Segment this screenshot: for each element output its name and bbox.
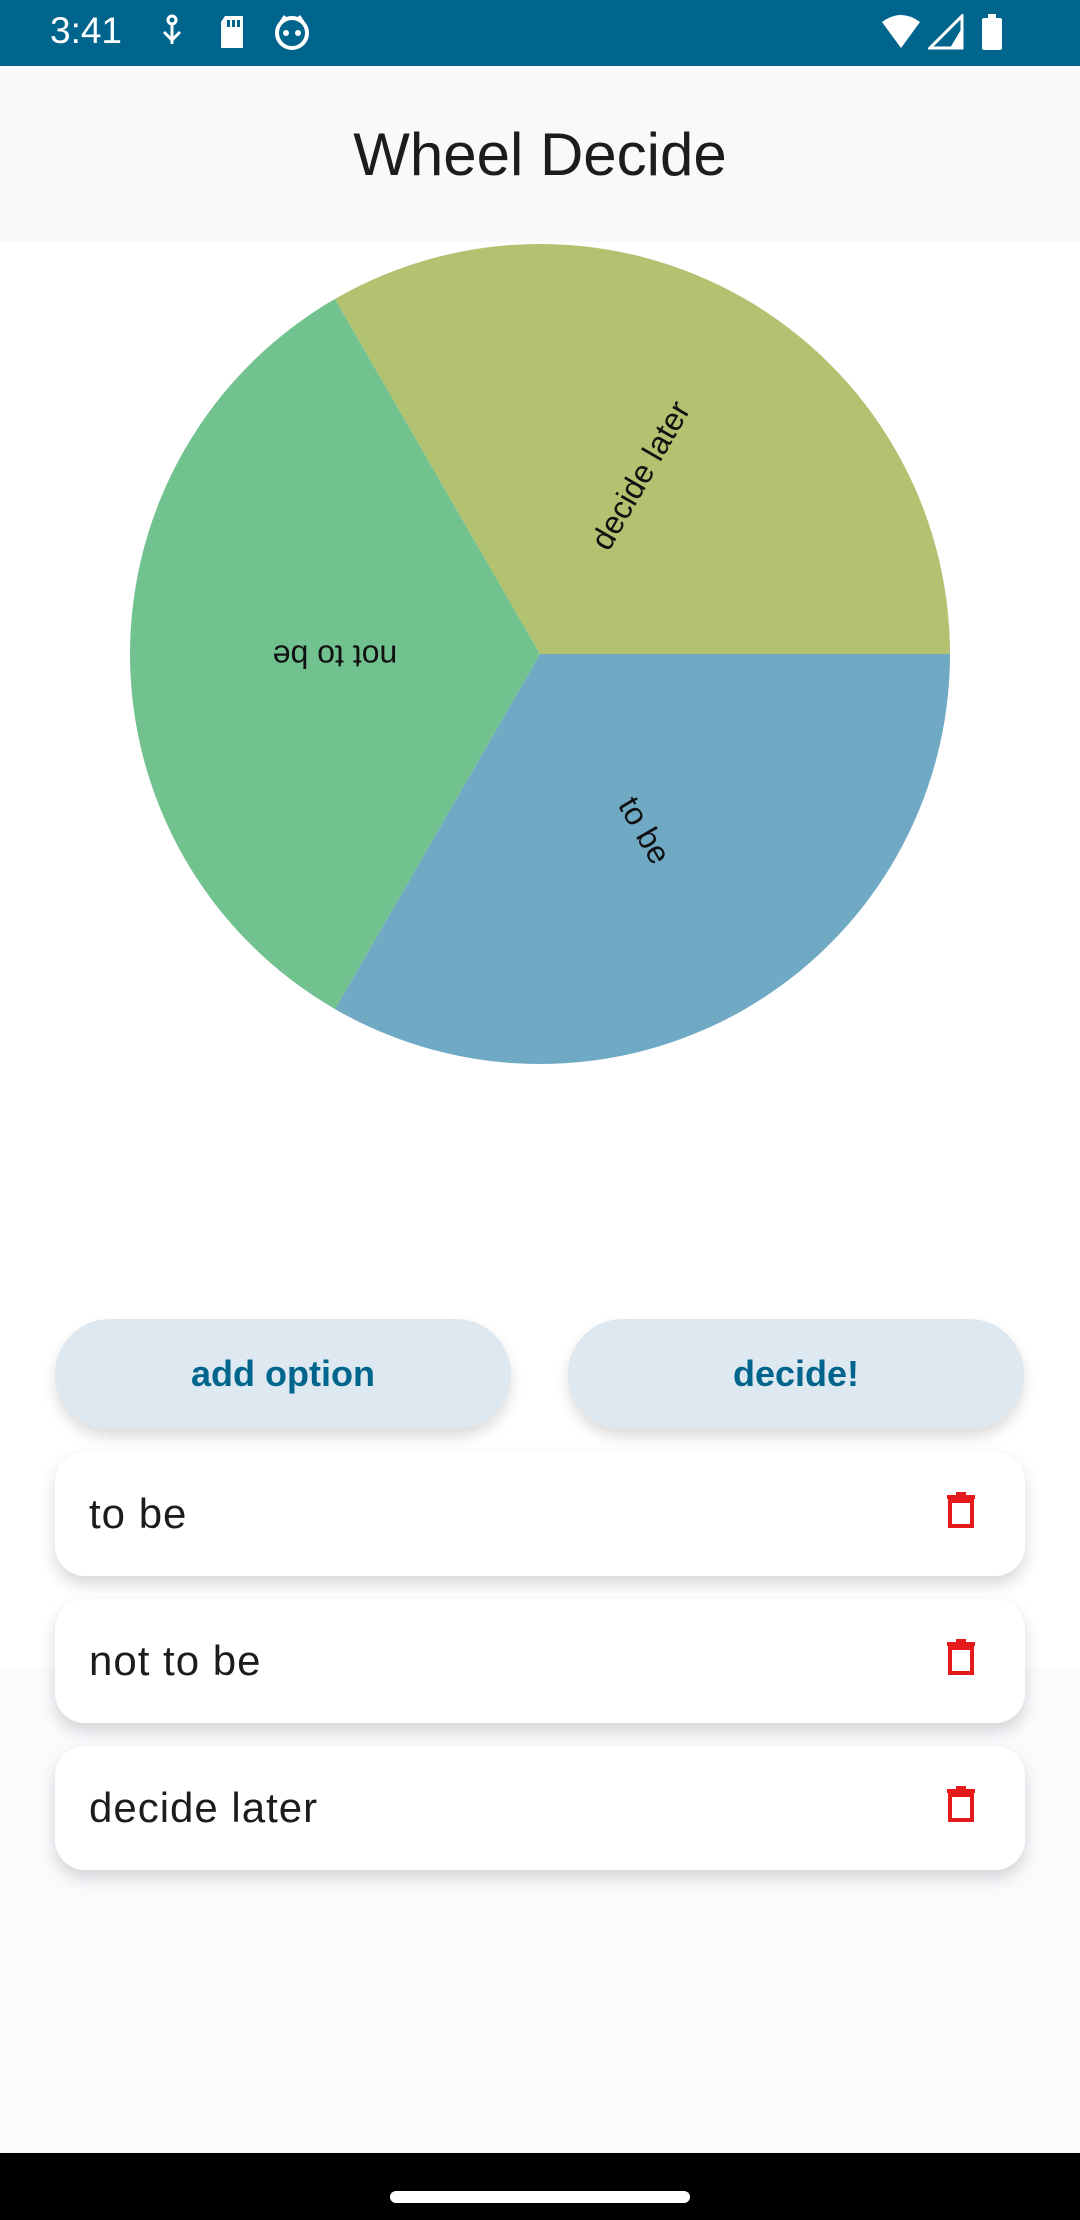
option-label: not to be — [89, 1637, 262, 1684]
app-title: Wheel Decide — [353, 120, 727, 188]
battery-icon — [982, 14, 1002, 50]
delete-icon[interactable] — [945, 1637, 977, 1675]
add-option-button[interactable]: add option — [55, 1319, 511, 1429]
add-option-label: add option — [191, 1353, 375, 1394]
delete-icon[interactable] — [945, 1490, 977, 1528]
app-bar: Wheel Decide — [0, 66, 1080, 242]
main-content: to be not to be decide later add option … — [0, 242, 1080, 1870]
status-bar: 3:41 — [0, 0, 1080, 66]
option-item: decide later — [55, 1746, 1025, 1870]
signal-icon — [928, 14, 964, 50]
usb-icon — [162, 14, 182, 44]
navigation-bar — [0, 2153, 1080, 2220]
wheel-label-not-to-be: not to be — [273, 639, 398, 675]
bug-icon — [275, 15, 309, 50]
decide-button[interactable]: decide! — [568, 1319, 1024, 1429]
sd-card-icon — [221, 16, 243, 48]
status-time: 3:41 — [50, 10, 123, 51]
decide-label: decide! — [732, 1353, 860, 1394]
delete-icon[interactable] — [945, 1784, 977, 1822]
option-item: to be — [55, 1452, 1025, 1576]
option-label: to be — [89, 1490, 188, 1537]
option-label: decide later — [89, 1784, 319, 1831]
decision-wheel[interactable]: to be not to be decide later — [0, 242, 1080, 1072]
wifi-icon — [882, 15, 920, 48]
home-gesture-handle[interactable] — [390, 2191, 690, 2203]
option-item: not to be — [55, 1599, 1025, 1723]
